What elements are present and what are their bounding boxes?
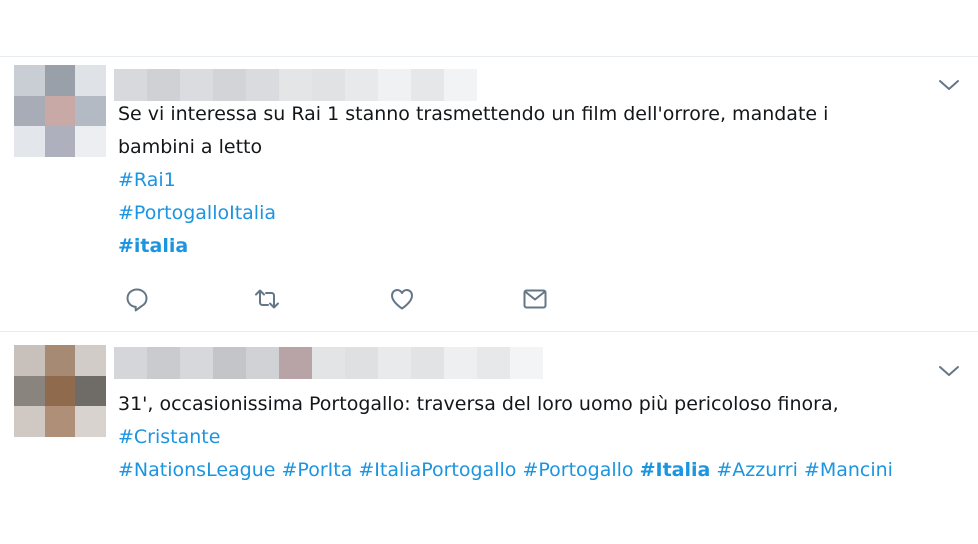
tweet-text: 31', occasionissima Portogallo: traversa… (118, 388, 918, 487)
hashtag-link[interactable]: #Portogallo (522, 459, 633, 481)
avatar[interactable] (14, 345, 106, 437)
hashtag-link[interactable]: #Rai1 (118, 169, 176, 191)
username-blurred[interactable] (114, 69, 477, 101)
tweet-card[interactable]: Se vi interessa su Rai 1 stanno trasmett… (0, 56, 978, 332)
username-blurred[interactable] (114, 347, 543, 379)
hashtag-link[interactable]: #PorIta (282, 459, 353, 481)
hashtag-link[interactable]: #italia (118, 235, 188, 257)
like-icon[interactable] (389, 286, 419, 316)
tweet-card[interactable]: 31', occasionissima Portogallo: traversa… (0, 332, 978, 490)
hashtag-link[interactable]: #NationsLeague (118, 459, 275, 481)
chevron-down-icon[interactable] (938, 77, 960, 93)
tweet-text: Se vi interessa su Rai 1 stanno trasmett… (118, 98, 918, 263)
avatar[interactable] (14, 65, 106, 157)
hashtag-link[interactable]: #ItaliaPortogallo (358, 459, 516, 481)
retweet-icon[interactable] (254, 286, 284, 316)
message-icon[interactable] (522, 286, 552, 316)
tweet-actions (124, 286, 564, 316)
tweet-text-line: Se vi interessa su Rai 1 stanno trasmett… (118, 103, 829, 125)
hashtag-link[interactable]: #PortogalloItalia (118, 202, 276, 224)
tweet-text-line: 31', occasionissima Portogallo: traversa… (118, 393, 839, 415)
reply-icon[interactable] (124, 286, 154, 316)
hashtag-link[interactable]: #Cristante (118, 426, 220, 448)
hashtag-link[interactable]: #Azzurri (716, 459, 797, 481)
tweet-feed: Se vi interessa su Rai 1 stanno trasmett… (0, 56, 978, 490)
chevron-down-icon[interactable] (938, 363, 960, 379)
hashtag-row: #NationsLeague #PorIta #ItaliaPortogallo… (118, 454, 918, 487)
hashtag-link[interactable]: #Italia (640, 459, 711, 481)
hashtag-link[interactable]: #Mancini (804, 459, 893, 481)
tweet-text-line: bambini a letto (118, 136, 263, 158)
